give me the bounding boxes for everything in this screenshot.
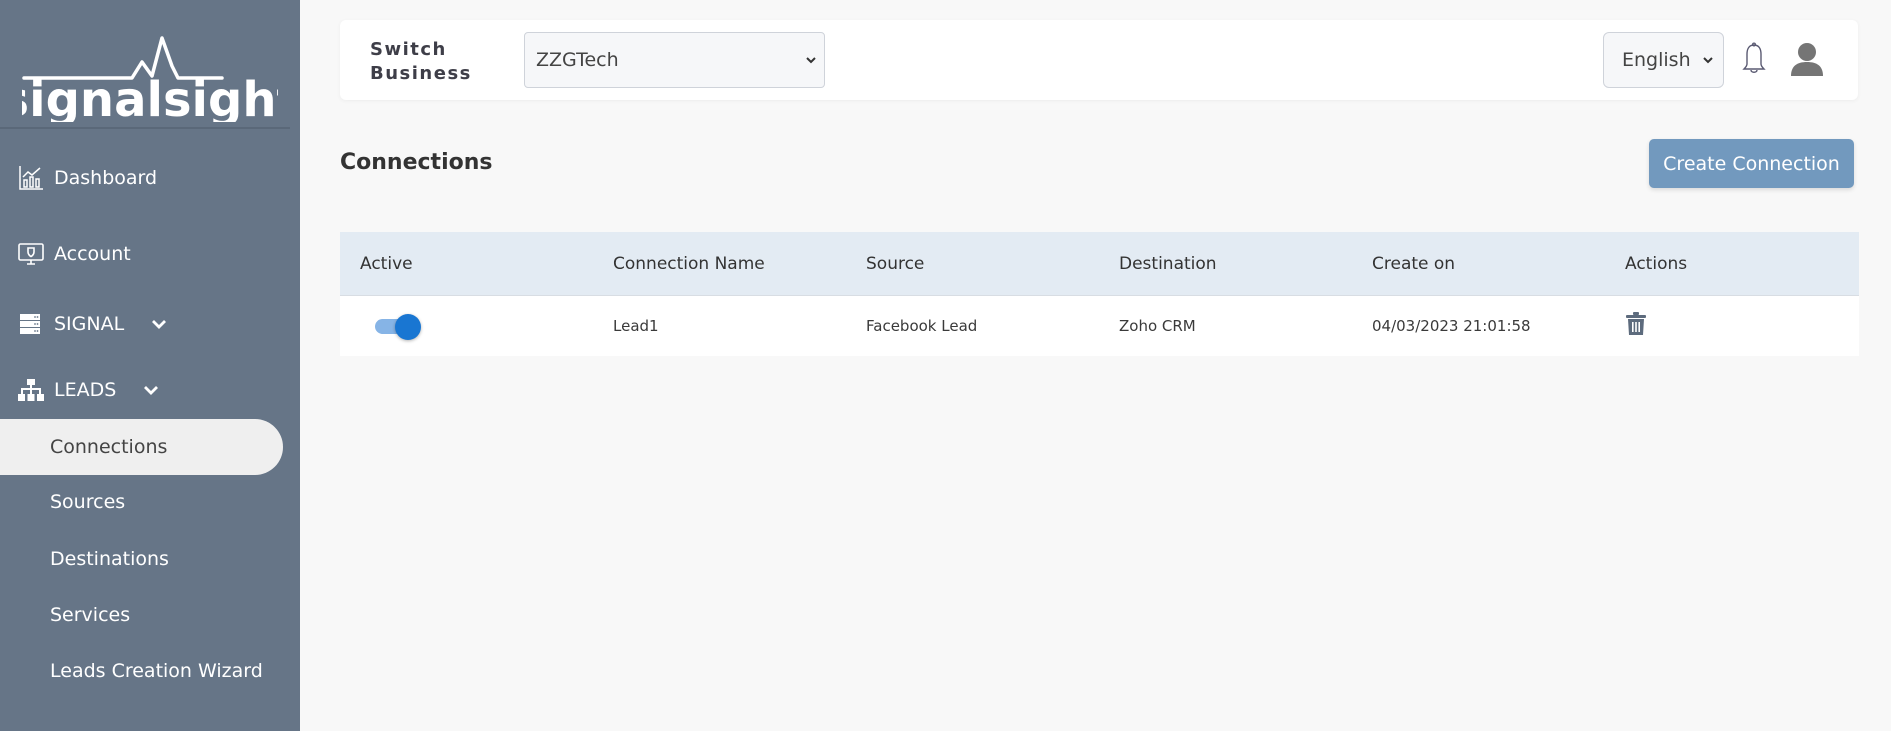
sidebar-subitem-label: Leads Creation Wizard	[50, 660, 263, 682]
chevron-down-icon[interactable]	[142, 381, 160, 399]
column-header-create-on: Create on	[1372, 253, 1456, 274]
sidebar-subitem-label: Sources	[50, 491, 126, 513]
business-select-value: ZZGTech	[536, 49, 619, 71]
column-header-connection-name: Connection Name	[613, 253, 765, 274]
cell-created: 04/03/2023 21:01:58	[1372, 317, 1531, 335]
sidebar-subitem-services[interactable]: Services	[0, 587, 283, 643]
language-select-value: English	[1622, 49, 1691, 71]
sidebar-subitem-label: Services	[50, 604, 131, 626]
cell-connection-name: Lead1	[613, 317, 659, 335]
sidebar-subitem-label: Destinations	[50, 548, 169, 570]
signalsight-logo[interactable]: signalsight	[22, 32, 278, 122]
monitor-shield-icon	[18, 241, 44, 267]
sidebar-item-leads[interactable]: LEADS	[18, 377, 160, 403]
user-avatar-icon[interactable]	[1789, 42, 1825, 76]
cell-actions	[1605, 312, 1858, 340]
sidebar-item-label: Dashboard	[54, 167, 158, 189]
column-header-destination: Destination	[1119, 253, 1217, 274]
chart-icon	[18, 165, 44, 191]
sidebar-item-label: SIGNAL	[54, 313, 125, 335]
switch-label-line2: Business	[370, 63, 472, 84]
bell-icon[interactable]	[1741, 42, 1767, 76]
chevron-down-icon	[806, 57, 816, 64]
sidebar-subitem-label: Connections	[50, 436, 168, 458]
sidebar-subitem-leads-creation-wizard[interactable]: Leads Creation Wizard	[0, 643, 283, 699]
sidebar-subitem-sources[interactable]: Sources	[0, 474, 283, 530]
sitemap-icon	[18, 377, 44, 403]
column-header-active: Active	[360, 253, 413, 274]
sidebar-item-account[interactable]: Account	[18, 241, 131, 267]
server-icon	[18, 311, 44, 337]
toggle-knob	[395, 314, 421, 340]
sidebar-item-dashboard[interactable]: Dashboard	[18, 165, 157, 191]
trash-icon[interactable]	[1625, 312, 1647, 336]
chevron-down-icon	[1703, 57, 1713, 64]
table-header: Active Connection Name Source Destinatio…	[340, 232, 1859, 296]
logo-text: signalsight	[22, 72, 278, 122]
sidebar-item-signal[interactable]: SIGNAL	[18, 311, 168, 337]
chevron-down-icon[interactable]	[150, 315, 168, 333]
cell-source: Facebook Lead	[866, 317, 978, 335]
sidebar-subitem-connections[interactable]: Connections	[0, 419, 283, 475]
switch-label-line1: Switch	[370, 39, 447, 60]
table-row: Lead1 Facebook Lead Zoho CRM 04/03/2023 …	[340, 296, 1859, 356]
business-select[interactable]: ZZGTech	[524, 32, 825, 88]
sidebar-item-label: Account	[54, 243, 131, 265]
sidebar-subitem-destinations[interactable]: Destinations	[0, 531, 283, 587]
connections-table: Active Connection Name Source Destinatio…	[340, 232, 1859, 356]
language-select[interactable]: English	[1603, 32, 1724, 88]
top-header: Switch Business ZZGTech English	[340, 20, 1858, 100]
sidebar: signalsight Dashboard Account SIGNAL	[0, 0, 300, 731]
sidebar-item-label: LEADS	[54, 379, 117, 401]
switch-business-label: Switch Business	[370, 38, 472, 86]
column-header-actions: Actions	[1625, 253, 1688, 274]
sidebar-divider	[0, 127, 290, 129]
cell-active	[340, 313, 593, 340]
cell-destination: Zoho CRM	[1119, 317, 1196, 335]
page-title: Connections	[340, 150, 493, 175]
column-header-source: Source	[866, 253, 925, 274]
create-connection-button[interactable]: Create Connection	[1649, 139, 1854, 188]
active-toggle[interactable]	[375, 313, 421, 340]
